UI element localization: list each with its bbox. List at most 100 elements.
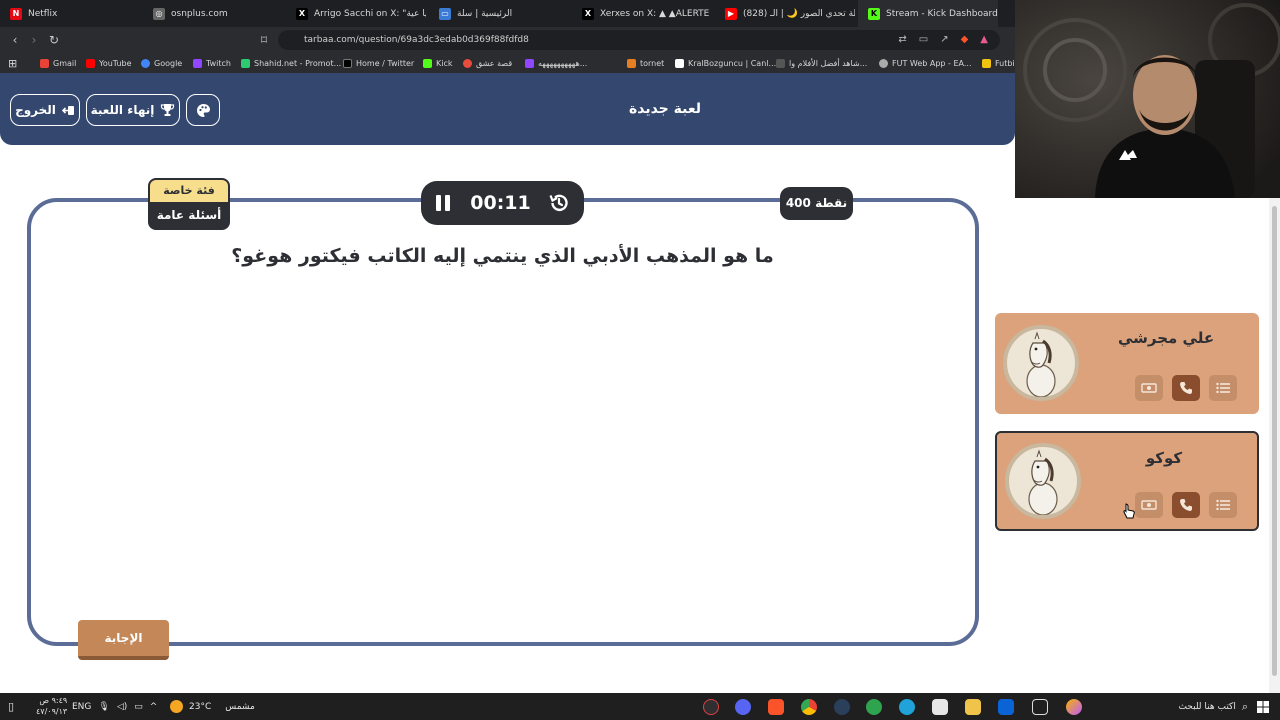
tab-label: Netflix [28, 8, 58, 19]
cast-icon[interactable]: ▭ [919, 30, 928, 50]
youtube-icon [86, 58, 95, 68]
trophy-icon [161, 104, 175, 116]
history-reset-icon[interactable] [548, 192, 570, 214]
bookmark-item[interactable]: Twitch [193, 53, 231, 73]
browser-tab[interactable]: X Xerxes on X: ▲ ▲ALERTE DU [572, 0, 712, 27]
pause-icon[interactable] [433, 193, 453, 213]
horse-avatar-icon [1026, 331, 1056, 397]
mouse-cursor-icon [1123, 503, 1135, 519]
windows-logo-icon [1257, 700, 1269, 713]
microphone-icon[interactable]: 🎙 [98, 702, 109, 712]
weather-widget[interactable]: 23°C مشمس [170, 693, 255, 720]
copilot-icon[interactable] [1066, 699, 1082, 715]
taskbar-search[interactable]: اكتب هنا للبحث ⌕ [1118, 693, 1248, 720]
bookmark-item[interactable]: شاهد أفضل الأفلام وا... [776, 53, 867, 73]
call-friend-button[interactable] [1172, 375, 1200, 401]
kick-icon [423, 58, 432, 68]
system-tray: ENG 🎙 ◁) ▭ ^ [72, 693, 157, 720]
network-icon[interactable]: ▭ [134, 702, 143, 712]
swap-question-button[interactable] [1135, 375, 1163, 401]
bookmark-item[interactable]: Gmail [40, 53, 76, 73]
list-icon [1216, 499, 1230, 511]
share-icon[interactable]: ↗ [940, 30, 948, 50]
x-logo-icon: X [296, 7, 308, 20]
back-icon[interactable]: ‹ [8, 33, 22, 47]
bookmark-item[interactable]: FUT Web App - EA... [879, 53, 972, 73]
bookmark-item[interactable]: tornet [627, 53, 664, 73]
bookmark-item[interactable]: YouTube [86, 53, 132, 73]
browser-tab[interactable]: ▶ (828) بطولة تحدي الصور 🌙 | الـ [715, 0, 855, 27]
bookmark-item[interactable]: KralBozguncu | Canl... [675, 53, 776, 73]
chevron-up-icon[interactable]: ^ [150, 702, 158, 712]
chrome-icon[interactable] [801, 699, 817, 715]
obs-icon[interactable] [703, 699, 719, 715]
url-field[interactable]: tarbaa.com/question/69a3dc3edab0d369f88f… [278, 30, 1000, 50]
bookmark-item[interactable]: Google [141, 53, 182, 73]
apps-grid-icon[interactable]: ⊞ [8, 53, 17, 73]
bookmark-item[interactable]: Kick [423, 53, 453, 73]
bookmark-item[interactable]: Home / Twitter [343, 53, 414, 73]
windows-start-button[interactable] [1257, 693, 1271, 720]
globe-icon: ◎ [153, 7, 165, 20]
timer-widget: 00:11 [421, 181, 584, 225]
futbin-icon [982, 58, 991, 68]
reload-icon[interactable]: ↻ [47, 33, 61, 47]
task-view-icon[interactable] [1032, 699, 1048, 715]
notifications-icon[interactable]: ▯ [8, 700, 14, 713]
timer-display: 00:11 [470, 192, 531, 214]
x-logo-icon [343, 58, 352, 68]
translate-icon[interactable]: ⇄ [898, 30, 906, 50]
browser-tab[interactable]: X Arrigo Sacchi on X: "يسوبيا عية [286, 0, 426, 27]
store-icon[interactable] [932, 699, 948, 715]
options-list-button[interactable] [1209, 492, 1237, 518]
streamer-webcam-image [1015, 0, 1280, 198]
language-indicator[interactable]: ENG [72, 702, 91, 712]
scrollbar-thumb[interactable] [1272, 206, 1277, 676]
horse-avatar-icon [1028, 449, 1058, 515]
browser-tab[interactable]: N Netflix [0, 0, 140, 27]
tab-label: Stream - Kick Dashboard [886, 8, 998, 19]
phone-icon [1180, 382, 1192, 394]
bookmark-item[interactable]: Futbi [982, 53, 1015, 73]
forward-icon[interactable]: › [27, 33, 41, 47]
browser-tab[interactable]: ▭ الرئيسية | سلة [429, 0, 569, 27]
palette-icon [196, 103, 210, 117]
exit-button[interactable]: الخروج [10, 94, 80, 126]
bookmark-item[interactable]: ههههههههههه... [525, 53, 587, 73]
browser-tab[interactable]: K Stream - Kick Dashboard [858, 0, 998, 27]
bookmark-icon[interactable]: ⌑ [257, 33, 271, 47]
end-game-button[interactable]: إنهاء اللعبة [86, 94, 180, 126]
outlook-icon[interactable] [998, 699, 1014, 715]
steam-icon[interactable] [834, 699, 850, 715]
heart-icon [463, 58, 472, 68]
netflix-icon: N [10, 7, 22, 20]
webcam-overlay [1015, 0, 1280, 198]
options-list-button[interactable] [1209, 375, 1237, 401]
page-icon [776, 58, 785, 68]
category-tag-label: فئة خاصة [150, 180, 228, 202]
twitch-icon [525, 58, 534, 68]
site-header: الخروج إنهاء اللعبة لعبة جديدة [0, 73, 1015, 145]
call-friend-button[interactable] [1172, 492, 1200, 518]
bookmark-item[interactable]: قصة عشق [463, 53, 512, 73]
brave-icon[interactable] [768, 699, 784, 715]
clock[interactable]: ٩:٤٩ ص ٤٧/٠٩/١٣ [36, 695, 67, 717]
theme-button[interactable] [186, 94, 220, 126]
page-scrollbar[interactable] [1269, 198, 1280, 693]
brave-rewards-icon[interactable]: ▲ [980, 30, 988, 50]
youtube-icon: ▶ [725, 7, 737, 20]
twitch-icon [193, 58, 202, 68]
chrome-alt-icon[interactable] [866, 699, 882, 715]
browser-tab[interactable]: ◎ osnplus.com [143, 0, 283, 27]
points-badge: 400 نقطة [780, 187, 853, 220]
player-card: علي مجرشي [995, 313, 1259, 414]
swap-question-button[interactable] [1135, 492, 1163, 518]
discord-icon[interactable] [735, 699, 751, 715]
question-text: ما هو المذهب الأدبي الذي ينتمي إليه الكا… [231, 245, 774, 267]
file-explorer-icon[interactable] [965, 699, 981, 715]
volume-icon[interactable]: ◁) [117, 702, 127, 712]
answer-button[interactable]: الإجابة [78, 620, 169, 660]
bookmark-item[interactable]: Shahid.net - Promot... [241, 53, 341, 73]
brave-shield-icon[interactable]: ◆ [961, 30, 969, 50]
edge-icon[interactable] [899, 699, 915, 715]
